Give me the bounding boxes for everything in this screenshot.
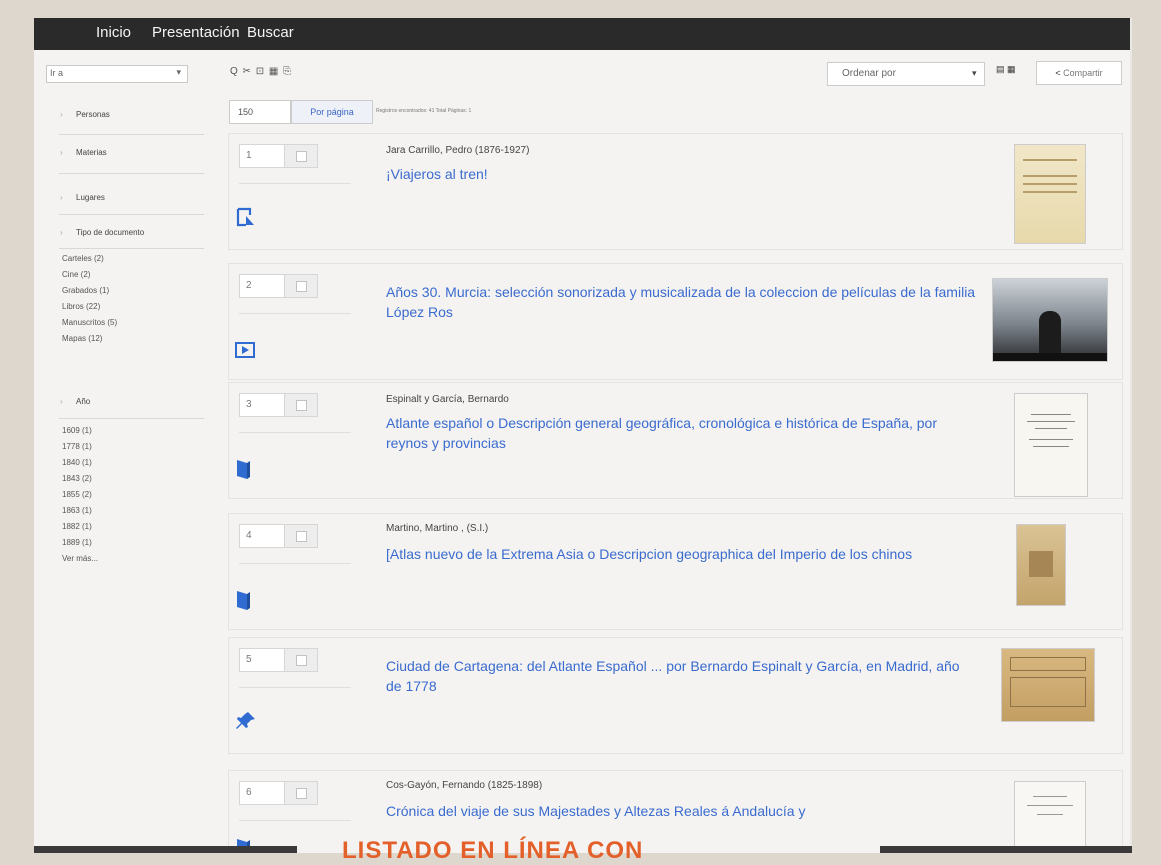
share-button[interactable]: < Compartir	[1036, 61, 1122, 85]
chevron-down-icon: ▾	[176, 67, 181, 77]
facet-ano[interactable]: Año	[76, 397, 90, 406]
record-number: 6	[239, 781, 285, 805]
record-author: Cos-Gayón, Fernando (1825-1898)	[386, 780, 543, 791]
result-record: 3 Espinalt y García, Bernardo Atlante es…	[228, 382, 1123, 499]
divider	[239, 687, 351, 688]
select-checkbox[interactable]	[284, 393, 318, 417]
facet-bullet-icon: ›	[60, 110, 63, 119]
result-record: 2 Años 30. Murcia: selección sonorizada …	[228, 263, 1123, 380]
per-page-input[interactable]: 150	[229, 100, 291, 124]
record-number: 4	[239, 524, 285, 548]
result-record: 4 Martino, Martino , (S.I.) [Atlas nuevo…	[228, 513, 1123, 630]
view-toggle-icons[interactable]: ▤ ▦	[996, 64, 1016, 75]
book-icon	[237, 460, 250, 479]
share-icon: <	[1055, 68, 1061, 78]
facet-personas[interactable]: Personas	[76, 110, 110, 119]
facet-ano-item[interactable]: 1855 (2)	[62, 490, 92, 499]
divider	[239, 563, 351, 564]
chevron-down-icon: ▾	[972, 68, 977, 78]
nav-presentacion[interactable]: Presentación	[152, 24, 240, 41]
record-author: Martino, Martino , (S.I.)	[386, 523, 489, 534]
record-title[interactable]: Atlante español o Descripción general ge…	[386, 413, 966, 453]
facet-tipo-item[interactable]: Carteles (2)	[62, 254, 104, 263]
select-checkbox[interactable]	[284, 524, 318, 548]
ver-mas-link[interactable]: Ver más...	[62, 554, 98, 563]
facet-tipo-item[interactable]: Mapas (12)	[62, 334, 102, 343]
record-number: 2	[239, 274, 285, 298]
result-record: 5 Ciudad de Cartagena: del Atlante Españ…	[228, 637, 1123, 754]
nav-inicio[interactable]: Inicio	[96, 24, 131, 41]
divider	[59, 418, 204, 419]
order-select[interactable]: Ordenar por	[827, 62, 985, 86]
goto-select-value: Ir a	[50, 68, 64, 78]
select-checkbox[interactable]	[284, 144, 318, 168]
facet-tipo-item[interactable]: Cine (2)	[62, 270, 90, 279]
facet-bullet-icon: ›	[60, 148, 63, 157]
divider	[239, 313, 351, 314]
facet-tipo-item[interactable]: Manuscritos (5)	[62, 318, 117, 327]
results-count: Registros encontrados: 41 Total Páginas:…	[376, 108, 472, 114]
facet-lugares[interactable]: Lugares	[76, 193, 105, 202]
divider	[59, 214, 204, 215]
caption-bar-left	[34, 846, 297, 853]
app-window: Inicio Presentación Buscar Ir a ▾ › Pers…	[34, 18, 1132, 853]
record-thumbnail[interactable]	[1001, 648, 1095, 722]
divider	[239, 820, 351, 821]
record-title[interactable]: Años 30. Murcia: selección sonorizada y …	[386, 282, 976, 322]
facet-bullet-icon: ›	[60, 397, 63, 406]
record-number: 3	[239, 393, 285, 417]
facet-tipo-item[interactable]: Libros (22)	[62, 302, 100, 311]
map-pin-icon	[236, 712, 255, 729]
select-checkbox[interactable]	[284, 274, 318, 298]
divider	[59, 173, 204, 174]
facet-ano-item[interactable]: 1882 (1)	[62, 522, 92, 531]
divider	[239, 183, 351, 184]
top-navbar: Inicio Presentación Buscar	[34, 18, 1132, 50]
record-title[interactable]: Crónica del viaje de sus Majestades y Al…	[386, 801, 966, 821]
per-page-button[interactable]: Por página	[291, 100, 373, 124]
facet-bullet-icon: ›	[60, 193, 63, 202]
divider	[59, 248, 204, 249]
record-author: Jara Carrillo, Pedro (1876-1927)	[386, 145, 530, 156]
select-checkbox[interactable]	[284, 781, 318, 805]
scrollbar[interactable]	[1130, 18, 1132, 853]
record-thumbnail[interactable]	[1016, 524, 1066, 606]
facet-ano-item[interactable]: 1843 (2)	[62, 474, 92, 483]
record-thumbnail[interactable]	[1014, 781, 1086, 853]
record-title[interactable]: ¡Viajeros al tren!	[386, 164, 966, 184]
facet-ano-item[interactable]: 1609 (1)	[62, 426, 92, 435]
record-number: 1	[239, 144, 285, 168]
caption-text: LISTADO EN LÍNEA CON	[342, 837, 644, 864]
book-icon	[237, 591, 250, 610]
facet-ano-item[interactable]: 1889 (1)	[62, 538, 92, 547]
facet-ano-item[interactable]: 1840 (1)	[62, 458, 92, 467]
toolbar-icons[interactable]: Q ✂ ⊡ ▦ ⎘	[230, 66, 292, 77]
facet-bullet-icon: ›	[60, 228, 63, 237]
record-author: Espinalt y García, Bernardo	[386, 394, 509, 405]
record-title[interactable]: Ciudad de Cartagena: del Atlante Español…	[386, 656, 976, 696]
record-thumbnail[interactable]	[992, 278, 1108, 362]
divider	[239, 432, 351, 433]
record-title[interactable]: [Atlas nuevo de la Extrema Asia o Descri…	[386, 544, 966, 564]
select-checkbox[interactable]	[284, 648, 318, 672]
share-label: Compartir	[1063, 68, 1103, 78]
video-icon	[235, 342, 255, 358]
record-thumbnail[interactable]	[1014, 393, 1088, 497]
nav-buscar[interactable]: Buscar	[247, 24, 294, 41]
facet-ano-item[interactable]: 1778 (1)	[62, 442, 92, 451]
goto-select[interactable]: Ir a ▾	[46, 65, 188, 83]
facet-tipo-documento[interactable]: Tipo de documento	[76, 228, 144, 237]
result-record: 1 Jara Carrillo, Pedro (1876-1927) ¡Viaj…	[228, 133, 1123, 250]
manuscript-icon	[236, 207, 254, 227]
facet-materias[interactable]: Materias	[76, 148, 107, 157]
caption-bar-right	[880, 846, 1132, 853]
record-number: 5	[239, 648, 285, 672]
divider	[59, 134, 204, 135]
record-thumbnail[interactable]	[1014, 144, 1086, 244]
facet-tipo-item[interactable]: Grabados (1)	[62, 286, 109, 295]
facet-ano-item[interactable]: 1863 (1)	[62, 506, 92, 515]
